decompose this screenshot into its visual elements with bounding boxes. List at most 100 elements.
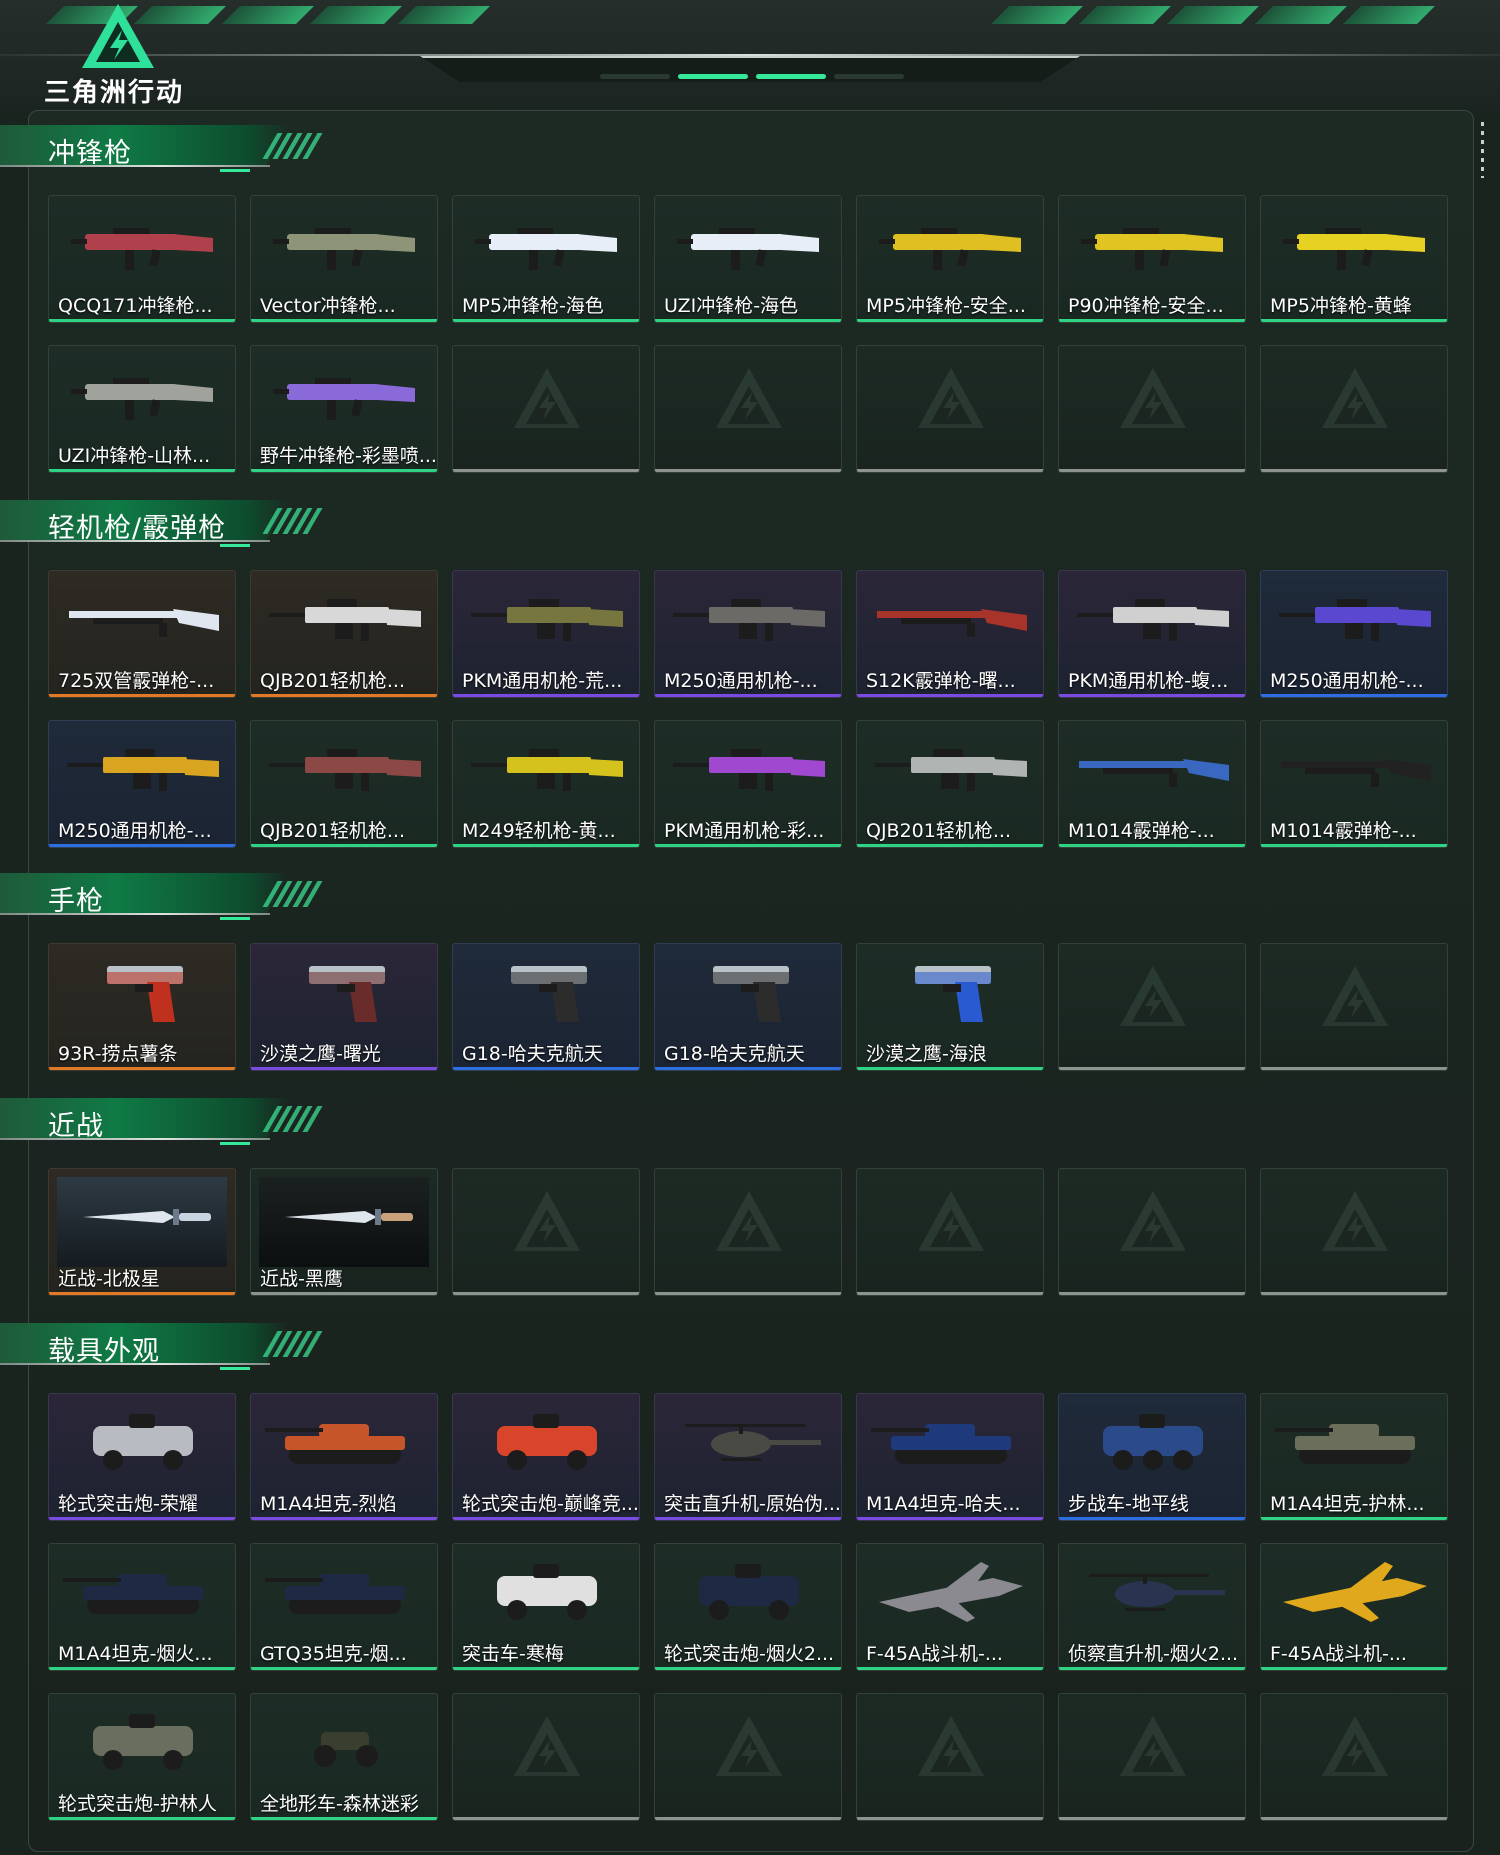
skin-card[interactable]: M1A4坦克-烈焰 xyxy=(250,1393,438,1521)
lmg-icon xyxy=(1077,599,1229,641)
section-slash-decoration xyxy=(262,508,323,534)
empty-slot xyxy=(1058,1693,1246,1821)
smg-icon xyxy=(1283,228,1425,270)
smg-icon xyxy=(71,378,213,420)
smg-icon xyxy=(879,228,1021,270)
rarity-bar xyxy=(655,1667,841,1670)
skin-card[interactable]: M1A4坦克-护林... xyxy=(1260,1393,1448,1521)
skin-card[interactable]: UZI冲锋枪-海色 xyxy=(654,195,842,323)
rarity-bar xyxy=(857,1817,1043,1820)
rarity-bar xyxy=(857,319,1043,322)
skin-card[interactable]: 近战-黑鹰 xyxy=(250,1168,438,1296)
skin-name: M250通用机枪-... xyxy=(58,820,212,842)
skin-name: 93R-捞点薯条 xyxy=(58,1043,178,1065)
skin-card[interactable]: 沙漠之鹰-曙光 xyxy=(250,943,438,1071)
delta-triangle-icon xyxy=(82,4,154,68)
empty-slot xyxy=(1260,1168,1448,1296)
skin-card[interactable]: 野牛冲锋枪-彩墨喷... xyxy=(250,345,438,473)
skin-name: 沙漠之鹰-海浪 xyxy=(866,1043,987,1065)
skin-card[interactable]: 近战-北极星 xyxy=(48,1168,236,1296)
tank-icon xyxy=(63,1574,203,1614)
skin-card[interactable]: 轮式突击炮-巅峰竞... xyxy=(452,1393,640,1521)
rarity-bar xyxy=(857,469,1043,472)
rarity-bar xyxy=(655,319,841,322)
skin-card[interactable]: M250通用机枪-... xyxy=(1260,570,1448,698)
skin-card[interactable]: 轮式突击炮-荣耀 xyxy=(48,1393,236,1521)
empty-slot-logo-icon xyxy=(1322,368,1388,428)
skin-card[interactable]: 93R-捞点薯条 xyxy=(48,943,236,1071)
skin-card[interactable]: MP5冲锋枪-黄蜂 xyxy=(1260,195,1448,323)
pistol-icon xyxy=(915,966,991,1022)
skin-card[interactable]: MP5冲锋枪-海色 xyxy=(452,195,640,323)
skin-name: M1014霰弹枪-... xyxy=(1270,820,1417,842)
section-slash-decoration xyxy=(262,1106,323,1132)
rarity-bar xyxy=(655,1517,841,1520)
lmg-icon xyxy=(1279,599,1431,641)
skin-card[interactable]: 沙漠之鹰-海浪 xyxy=(856,943,1044,1071)
skin-card[interactable]: GTQ35坦克-烟... xyxy=(250,1543,438,1671)
lmg-icon xyxy=(673,749,825,791)
skin-card[interactable]: M1014霰弹枪-... xyxy=(1260,720,1448,848)
skin-card[interactable]: 轮式突击炮-烟火2... xyxy=(654,1543,842,1671)
skin-card[interactable]: Vector冲锋枪... xyxy=(250,195,438,323)
skin-card[interactable]: QJB201轻机枪... xyxy=(856,720,1044,848)
rarity-bar xyxy=(251,694,437,697)
skin-name: G18-哈夫克航天 xyxy=(664,1043,805,1065)
skin-card[interactable]: QJB201轻机枪... xyxy=(250,720,438,848)
armored-car-icon xyxy=(699,1564,799,1620)
skin-name: MP5冲锋枪-海色 xyxy=(462,295,604,317)
skin-card[interactable]: 全地形车-森林迷彩 xyxy=(250,1693,438,1821)
empty-slot-logo-icon xyxy=(1120,1716,1186,1776)
skin-card[interactable]: PKM通用机枪-彩... xyxy=(654,720,842,848)
skin-card[interactable]: M250通用机枪-... xyxy=(48,720,236,848)
lmg-icon xyxy=(875,749,1027,791)
section-title: 近战 xyxy=(48,1111,104,1142)
skin-card[interactable]: 725双管霰弹枪-... xyxy=(48,570,236,698)
skin-card[interactable]: PKM通用机枪-蝮... xyxy=(1058,570,1246,698)
skin-name: G18-哈夫克航天 xyxy=(462,1043,603,1065)
skin-name: Vector冲锋枪... xyxy=(260,295,396,317)
skin-card[interactable]: F-45A战斗机-... xyxy=(856,1543,1044,1671)
section-header-accent xyxy=(220,1367,250,1370)
skin-card[interactable]: 侦察直升机-烟火2... xyxy=(1058,1543,1246,1671)
skin-card[interactable]: M250通用机枪-... xyxy=(654,570,842,698)
section-header-accent xyxy=(220,169,250,172)
skin-card[interactable]: QJB201轻机枪... xyxy=(250,570,438,698)
rarity-bar xyxy=(1059,694,1245,697)
rarity-bar xyxy=(49,1667,235,1670)
skin-card[interactable]: S12K霰弹枪-曙... xyxy=(856,570,1044,698)
skin-card[interactable]: M1A4坦克-哈夫... xyxy=(856,1393,1044,1521)
skin-name: 步战车-地平线 xyxy=(1068,1493,1189,1515)
skin-card[interactable]: F-45A战斗机-... xyxy=(1260,1543,1448,1671)
empty-slot xyxy=(654,345,842,473)
scroll-indicator[interactable] xyxy=(1481,122,1484,178)
skin-card[interactable]: 突击车-寒梅 xyxy=(452,1543,640,1671)
skin-card[interactable]: M1A4坦克-烟火... xyxy=(48,1543,236,1671)
skin-card[interactable]: M249轻机枪-黄... xyxy=(452,720,640,848)
skin-card[interactable]: 轮式突击炮-护林人 xyxy=(48,1693,236,1821)
pistol-icon xyxy=(713,966,789,1022)
skin-card[interactable]: QCQ171冲锋枪... xyxy=(48,195,236,323)
rarity-bar xyxy=(49,1517,235,1520)
skin-card[interactable]: UZI冲锋枪-山林... xyxy=(48,345,236,473)
section-header-bg xyxy=(0,873,290,913)
skin-card[interactable]: M1014霰弹枪-... xyxy=(1058,720,1246,848)
section-header-bg xyxy=(0,1098,290,1138)
section-header: 近战 xyxy=(0,1098,330,1146)
section-title: 轻机枪/霰弹枪 xyxy=(48,513,227,544)
rarity-bar xyxy=(453,1292,639,1295)
rarity-bar xyxy=(1059,319,1245,322)
skin-card[interactable]: P90冲锋枪-安全... xyxy=(1058,195,1246,323)
skin-card[interactable]: G18-哈夫克航天 xyxy=(654,943,842,1071)
rarity-bar xyxy=(1261,319,1447,322)
rarity-bar xyxy=(453,469,639,472)
skin-card[interactable]: MP5冲锋枪-安全... xyxy=(856,195,1044,323)
skin-card[interactable]: 突击直升机-原始伪... xyxy=(654,1393,842,1521)
skin-card[interactable]: G18-哈夫克航天 xyxy=(452,943,640,1071)
rarity-bar xyxy=(1261,1667,1447,1670)
skin-name: QJB201轻机枪... xyxy=(260,670,405,692)
skin-name: 沙漠之鹰-曙光 xyxy=(260,1043,381,1065)
lmg-icon xyxy=(471,749,623,791)
skin-card[interactable]: 步战车-地平线 xyxy=(1058,1393,1246,1521)
skin-card[interactable]: PKM通用机枪-荒... xyxy=(452,570,640,698)
